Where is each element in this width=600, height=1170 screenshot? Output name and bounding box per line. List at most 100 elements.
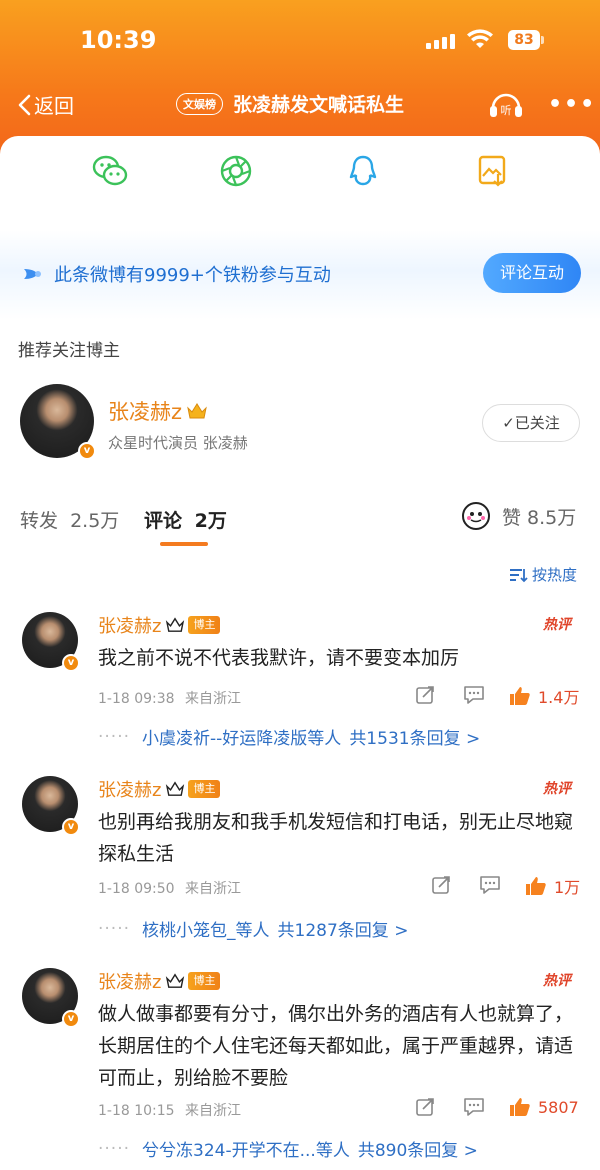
listen-button[interactable]: 听 — [488, 88, 524, 124]
reply-count: 共890条回复 > — [357, 1141, 478, 1161]
verified-badge-icon: v — [62, 1010, 80, 1028]
reply-icon[interactable] — [462, 1096, 486, 1122]
crown-icon — [166, 973, 185, 988]
verified-badge-icon: v — [62, 654, 80, 672]
topic-tag: 文娱榜 — [176, 92, 223, 115]
reply-users: 核桃小笼包_等人 — [142, 921, 270, 941]
sort-icon — [510, 568, 528, 582]
comment-like-count: 1.4万 — [538, 688, 580, 707]
hot-comment-badge: 热评 — [543, 973, 571, 989]
more-button[interactable]: ••• — [548, 92, 596, 117]
comment-like-button[interactable]: 5807 — [508, 1096, 579, 1118]
comment-like-button[interactable]: 1.4万 — [508, 684, 579, 708]
back-button[interactable]: 返回 — [16, 90, 74, 119]
comment-replies-link[interactable]: ····· 小虞凌祈--好运降凌版等人 共1531条回复 > — [98, 724, 481, 750]
author-badge: 博主 — [188, 616, 221, 634]
recommend-section-title: 推荐关注博主 — [18, 341, 120, 361]
replies-dots: ····· — [98, 918, 131, 939]
comment-item: v 张凌赫z 博主 热评 我之前不说不代表我默许，请不要变本加厉 1-18 09… — [0, 612, 600, 752]
blogger-name: 张凌赫z — [108, 400, 183, 424]
crown-icon — [187, 403, 207, 419]
thumbs-up-icon — [526, 877, 546, 895]
reply-count: 共1531条回复 > — [349, 729, 481, 749]
commenter-name-group[interactable]: 张凌赫z 博主 — [98, 968, 221, 994]
comment-interact-button[interactable]: 评论互动 — [483, 253, 581, 293]
comment-location: 来自浙江 — [185, 1103, 242, 1119]
comment-label: 评论 — [144, 510, 183, 532]
wifi-icon — [466, 28, 494, 54]
like-emoji-icon — [462, 502, 490, 530]
commenter-name-group[interactable]: 张凌赫z 博主 — [98, 612, 221, 638]
comment-like-count: 5807 — [538, 1097, 579, 1117]
tab-repost[interactable]: 转发 2.5万 — [20, 506, 119, 533]
comment-text: 我之前不说不代表我默许，请不要变本加厉 — [98, 647, 460, 669]
fans-banner-text-group: 此条微博有9999+个铁粉参与互动 — [22, 261, 331, 287]
reply-icon[interactable] — [478, 874, 502, 900]
navigation-bar: 返回 文娱榜 张凌赫发文喊话私生 听 ••• — [0, 84, 600, 126]
commenter-name-group[interactable]: 张凌赫z 博主 — [98, 776, 221, 802]
commenter-name: 张凌赫z — [98, 972, 162, 993]
tab-comments[interactable]: 评论 2万 — [144, 506, 227, 533]
sort-by-hot-button[interactable]: 按热度 — [508, 564, 577, 585]
headphone-icon: 听 — [490, 93, 522, 117]
stats-tabs: 转发 2.5万 评论 2万 赞 8.5万 — [0, 502, 600, 546]
blogger-name-group: 张凌赫z — [108, 396, 208, 426]
blogger-description: 众星时代演员 张凌赫 — [108, 434, 248, 452]
wechat-icon[interactable] — [92, 154, 128, 192]
comment-location: 来自浙江 — [185, 691, 242, 707]
thumbs-up-icon — [510, 687, 530, 705]
reply-count: 共1287条回复 > — [277, 921, 409, 941]
comment-time: 1-18 10:15 — [98, 1103, 175, 1119]
crown-icon — [166, 617, 185, 632]
save-image-icon[interactable] — [477, 154, 507, 192]
repost-icon[interactable] — [430, 874, 452, 900]
sort-label: 按热度 — [532, 566, 578, 584]
fans-banner-text: 此条微博有9999+个铁粉参与互动 — [54, 265, 331, 286]
status-time: 10:39 — [80, 26, 157, 54]
active-tab-indicator — [160, 542, 208, 546]
comment-replies-link[interactable]: ····· 兮兮冻324-开学不在...等人 共890条回复 > — [98, 1136, 478, 1162]
replies-dots: ····· — [98, 1138, 131, 1159]
followed-button[interactable]: ✓已关注 — [482, 404, 580, 442]
comment-meta: 1-18 09:38 来自浙江 — [98, 688, 241, 708]
reply-icon[interactable] — [462, 684, 486, 710]
reply-users: 小虞凌祈--好运降凌版等人 — [142, 729, 342, 749]
moments-icon[interactable] — [219, 154, 253, 192]
comment-time: 1-18 09:38 — [98, 691, 175, 707]
hot-comment-badge: 热评 — [543, 781, 571, 797]
hot-comment-badge: 热评 — [543, 617, 571, 633]
reply-users: 兮兮冻324-开学不在...等人 — [142, 1141, 350, 1161]
comment-replies-link[interactable]: ····· 核桃小笼包_等人 共1287条回复 > — [98, 916, 409, 942]
nav-title-group: 文娱榜 张凌赫发文喊话私生 — [176, 90, 404, 117]
qq-icon[interactable] — [348, 154, 378, 192]
like-count: 8.5万 — [527, 506, 577, 529]
recommended-blogger[interactable]: v 张凌赫z 众星时代演员 张凌赫 ✓已关注 — [20, 384, 580, 464]
author-badge: 博主 — [188, 972, 221, 990]
verified-badge-icon: v — [78, 442, 96, 460]
comment-item: v 张凌赫z 博主 热评 也别再给我朋友和我手机发短信和打电话，别无止尽地窥探私… — [0, 776, 600, 946]
repost-icon[interactable] — [414, 1096, 436, 1122]
author-badge: 博主 — [188, 780, 221, 798]
commenter-name: 张凌赫z — [98, 780, 162, 801]
comment-count: 2万 — [194, 510, 227, 532]
repost-count: 2.5万 — [70, 510, 120, 532]
replies-dots: ····· — [98, 726, 131, 747]
back-label: 返回 — [34, 94, 74, 118]
comment-like-count: 1万 — [554, 878, 581, 897]
comment-time: 1-18 09:50 — [98, 881, 175, 897]
comment-text: 做人做事都要有分寸，偶尔出外务的酒店有人也就算了，长期居住的个人住宅还每天都如此… — [98, 1003, 574, 1089]
fans-interaction-banner: 此条微博有9999+个铁粉参与互动 评论互动 — [0, 230, 600, 320]
verified-badge-icon: v — [62, 818, 80, 836]
crown-icon — [166, 781, 185, 796]
repost-icon[interactable] — [414, 684, 436, 710]
battery-icon: 83 — [508, 30, 544, 50]
thumbs-up-icon — [510, 1098, 530, 1116]
chevron-left-icon — [18, 94, 31, 115]
tab-likes[interactable]: 赞 8.5万 — [462, 502, 576, 530]
status-bar: 10:39 83 — [0, 24, 600, 64]
like-label: 赞 — [502, 506, 522, 529]
signal-icon — [426, 34, 455, 49]
comment-like-button[interactable]: 1万 — [524, 874, 580, 898]
comment-location: 来自浙江 — [185, 881, 242, 897]
comment-item: v 张凌赫z 博主 热评 做人做事都要有分寸，偶尔出外务的酒店有人也就算了，长期… — [0, 968, 600, 1170]
